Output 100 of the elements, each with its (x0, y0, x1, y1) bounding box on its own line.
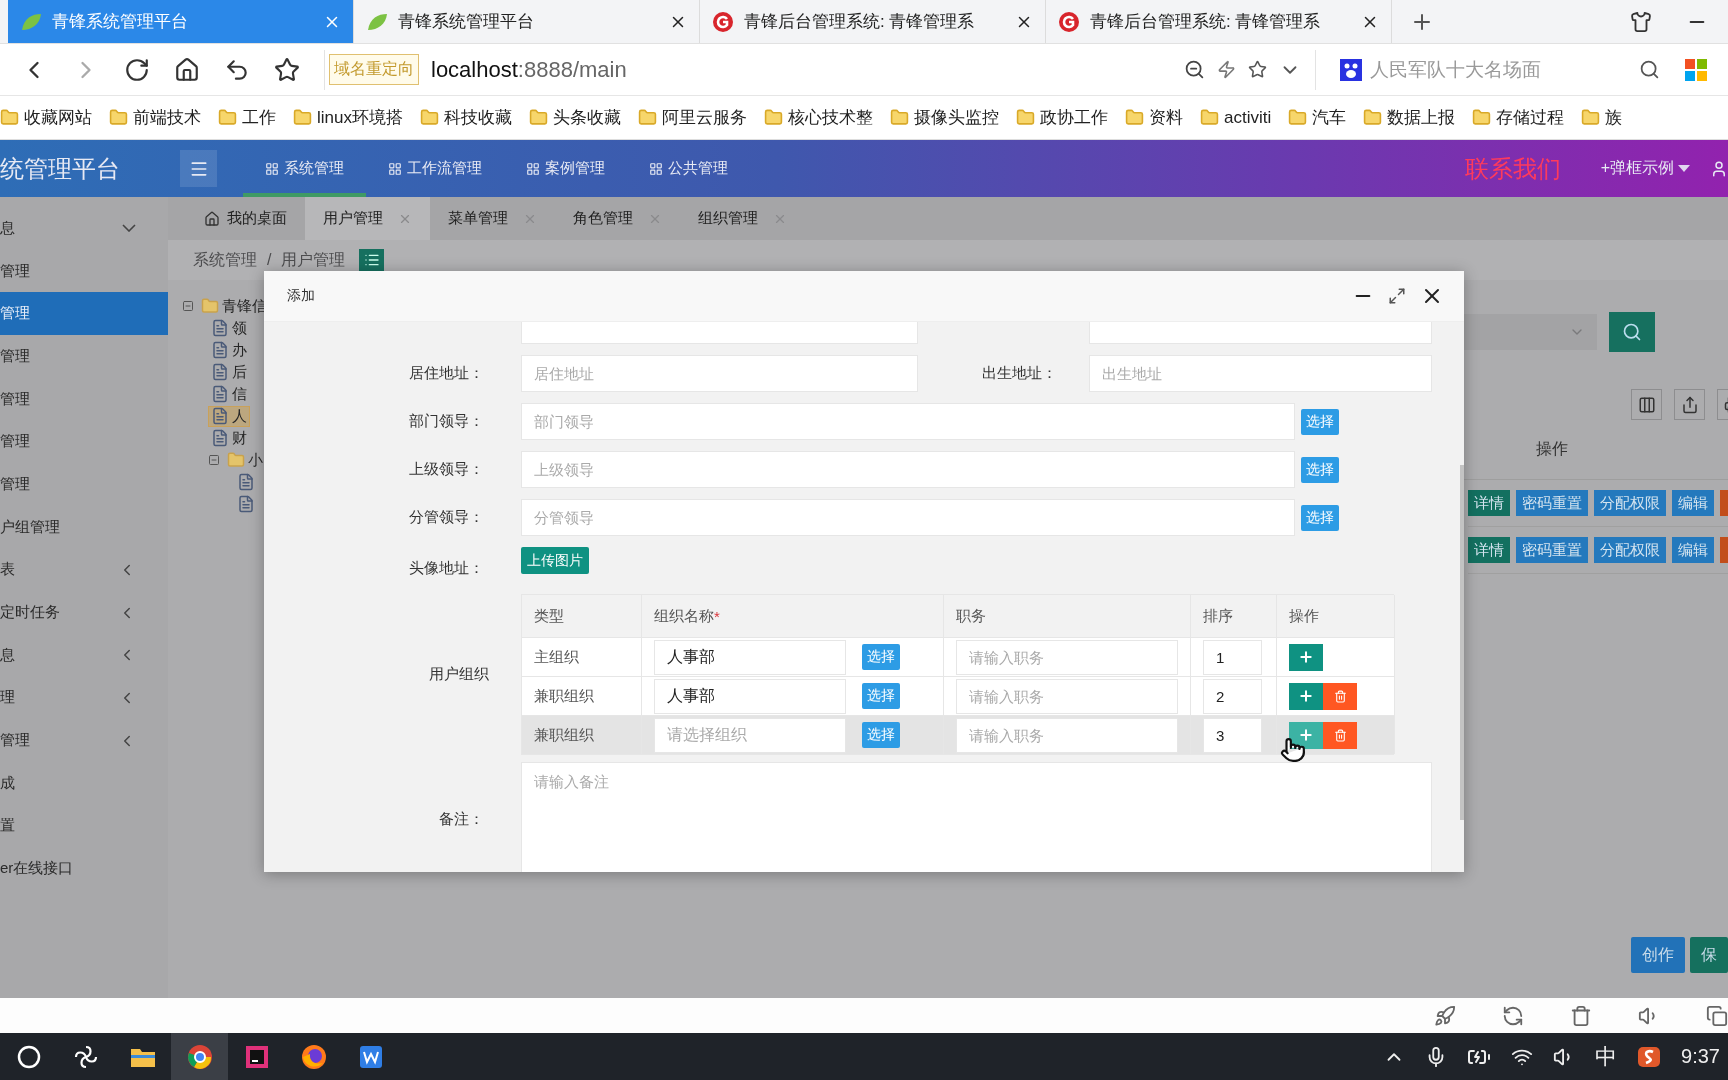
bookmark[interactable]: 汽车 (1312, 106, 1347, 129)
trash-icon[interactable] (1570, 1004, 1592, 1027)
row-action-button[interactable]: 编辑 (1672, 490, 1714, 516)
lightning-icon[interactable] (1217, 60, 1236, 79)
bookmark[interactable]: 收藏网站 (24, 106, 92, 129)
dialog-menu[interactable]: +弹框示例 (1600, 158, 1690, 179)
sidebar-item[interactable]: 理 (0, 676, 168, 720)
sidebar-item[interactable]: 户组管理 (0, 505, 168, 549)
bookmark[interactable]: 存储过程 (1496, 106, 1565, 129)
sidebar-item[interactable]: 管理 (0, 377, 168, 421)
page-tab[interactable]: 用户管理 (305, 197, 430, 240)
page-tab[interactable]: 组织管理 (680, 197, 805, 240)
input-field[interactable]: 上级领导 (521, 451, 1295, 488)
home-icon[interactable] (174, 56, 200, 83)
bookmark[interactable]: 核心技术整 (787, 106, 873, 129)
bookmark[interactable]: 族 (1605, 106, 1623, 129)
input-field[interactable] (521, 322, 918, 344)
scrollbar[interactable] (1460, 465, 1464, 820)
tree-node[interactable]: 信 (208, 383, 250, 405)
url-text[interactable]: localhost:8888/main (431, 56, 627, 83)
bookmark[interactable]: 头条收藏 (552, 106, 621, 129)
order-input-field[interactable]: 3 (1203, 717, 1262, 753)
bookmark[interactable]: 阿里云服务 (661, 106, 747, 129)
document-app-icon[interactable] (358, 1044, 383, 1069)
row-action-button[interactable]: 编辑 (1672, 537, 1714, 563)
delete-row-button[interactable] (1323, 682, 1357, 710)
tree-node[interactable]: 小 (224, 449, 266, 471)
input-field[interactable] (1089, 322, 1432, 344)
ime-logo-icon[interactable] (1637, 1044, 1662, 1069)
input-field[interactable]: 出生地址 (1089, 355, 1432, 392)
user-icon[interactable] (1710, 159, 1728, 178)
sidebar-item[interactable]: 置 (0, 804, 168, 848)
sidebar-item[interactable]: 成 (0, 761, 168, 805)
star-icon[interactable] (274, 56, 300, 83)
bookmark[interactable]: 摄像头监控 (913, 106, 999, 129)
ide-app-icon[interactable] (244, 1044, 269, 1069)
tree-node[interactable]: 人 (208, 405, 250, 427)
remark-field[interactable]: 请输入备注 (521, 762, 1432, 872)
order-input-field[interactable]: 1 (1203, 639, 1262, 675)
row-action-button[interactable]: 详情 (1468, 490, 1510, 516)
org-input-field[interactable]: 请选择组织 (654, 717, 846, 753)
columns-button[interactable] (1631, 389, 1662, 420)
sidebar-item[interactable]: er在线接口 (0, 847, 168, 890)
bookmark[interactable]: activiti (1223, 107, 1272, 128)
tree-node[interactable]: 财 (208, 427, 250, 449)
bookmark[interactable]: 资料 (1148, 106, 1183, 129)
tree-node[interactable]: 后 (208, 361, 250, 383)
apps-grid-icon[interactable] (1684, 57, 1708, 82)
input-field[interactable]: 部门领导 (521, 403, 1295, 440)
bookmark[interactable]: 科技收藏 (443, 106, 512, 129)
tree-node[interactable]: 办 (208, 339, 250, 361)
breadcrumb-item[interactable]: 系统管理 (193, 249, 257, 271)
bookmark[interactable]: 工作 (242, 106, 276, 129)
sidebar-item[interactable]: 表 (0, 548, 168, 592)
sidebar-item[interactable]: 管理 (0, 335, 168, 378)
row-action-button[interactable]: 分配权限 (1594, 537, 1666, 563)
input-field[interactable]: 分管领导 (521, 499, 1295, 536)
sidebar-item[interactable]: 管理 (0, 463, 168, 506)
input-method[interactable]: 中 (1595, 1041, 1618, 1072)
sidebar-item[interactable]: 息 (0, 207, 168, 250)
menu-toggle[interactable] (180, 150, 217, 187)
rocket-icon[interactable] (1434, 1004, 1456, 1027)
bookmark[interactable]: 数据上报 (1387, 106, 1456, 129)
star-icon[interactable] (1248, 60, 1267, 79)
tree-node[interactable]: 领 (208, 317, 250, 339)
bookmark[interactable]: 前端技术 (133, 106, 201, 129)
sidebar-item[interactable]: 管理 (0, 249, 168, 293)
search-button[interactable] (1609, 312, 1655, 352)
shirt-icon[interactable] (1630, 10, 1652, 33)
nav-tab[interactable]: 公共管理 (627, 140, 750, 197)
maximize-icon[interactable] (1388, 287, 1406, 305)
collapse-icon[interactable] (182, 300, 194, 312)
refresh-icon[interactable] (1502, 1004, 1524, 1027)
row-action-button[interactable]: 密码重置 (1516, 537, 1588, 563)
clock[interactable]: 9:37 (1681, 1045, 1720, 1068)
upload-button[interactable]: 上传图片 (521, 547, 589, 574)
sidebar-item[interactable]: 管理 (0, 719, 168, 762)
breadcrumb-item[interactable]: 用户管理 (281, 249, 346, 271)
browser-tab[interactable]: 青锋系统管理平台 (8, 0, 354, 43)
org-input-field[interactable]: 人事部 (654, 678, 846, 714)
row-action-button[interactable]: 密码重置 (1516, 490, 1588, 516)
nav-tab[interactable]: 案例管理 (504, 140, 627, 197)
sidebar-item[interactable]: 息 (0, 633, 168, 677)
page-tab[interactable]: 我的桌面 (186, 197, 305, 240)
collapse-icon[interactable] (208, 454, 220, 466)
bookmark[interactable]: 政协工作 (1039, 106, 1108, 129)
footer-button[interactable]: 创作 (1631, 937, 1685, 973)
input-field[interactable]: 居住地址 (521, 355, 918, 392)
row-action-button[interactable]: 分配权限 (1594, 490, 1666, 516)
page-tab[interactable]: 菜单管理 (430, 197, 555, 240)
reload-icon[interactable] (124, 56, 150, 83)
sidebar-item[interactable]: 定时任务 (0, 591, 168, 634)
page-tab[interactable]: 角色管理 (555, 197, 680, 240)
add-row-button[interactable] (1289, 721, 1323, 749)
org-input-field[interactable]: 人事部 (654, 639, 846, 675)
duty-input-field[interactable]: 请输入职务 (956, 678, 1178, 714)
start-circle-icon[interactable] (16, 1044, 41, 1069)
order-input-field[interactable]: 2 (1203, 678, 1262, 714)
zoom-icon[interactable] (1184, 59, 1205, 80)
duty-input-field[interactable]: 请输入职务 (956, 717, 1178, 753)
